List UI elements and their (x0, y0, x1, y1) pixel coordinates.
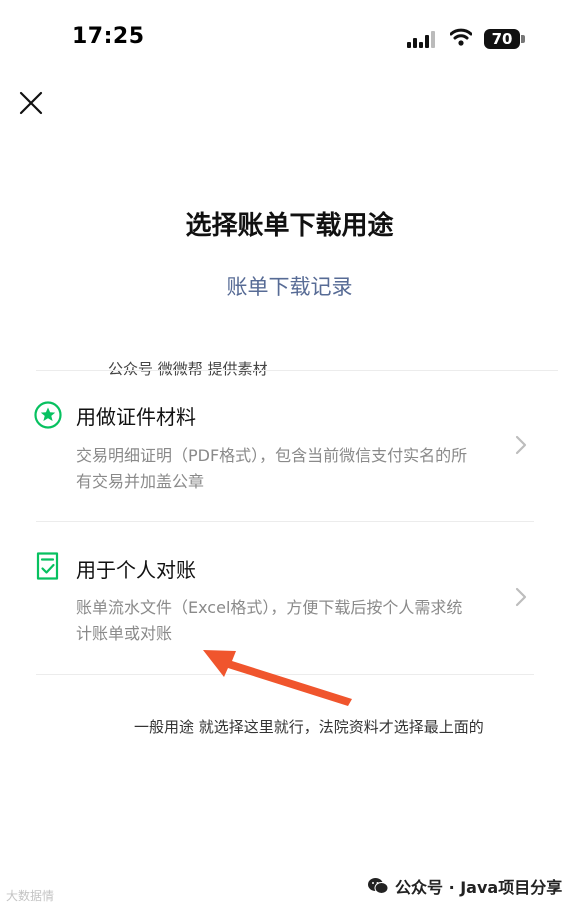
cellular-signal-icon (407, 31, 435, 48)
wechat-icon (368, 878, 389, 894)
divider (36, 370, 558, 371)
battery-indicator: 70 (484, 29, 520, 49)
checklist-document-icon (36, 552, 59, 580)
battery-nub (521, 35, 525, 43)
option-title: 用做证件材料 (76, 405, 196, 429)
divider (36, 674, 534, 675)
option-description: 账单流水文件（Excel格式），方便下载后按个人需求统计账单或对账 (76, 598, 463, 643)
wifi-icon (450, 28, 472, 46)
option-description: 交易明细证明（PDF格式），包含当前微信支付实名的所有交易并加盖公章 (76, 446, 468, 491)
option-title: 用于个人对账 (76, 558, 196, 582)
chevron-right-icon (515, 435, 527, 455)
chevron-right-icon (515, 587, 527, 607)
footer-watermark: 大数据情 (6, 889, 55, 903)
page-title: 选择账单下载用途 (185, 211, 394, 241)
star-badge-icon (34, 401, 62, 429)
option-personal-reconciliation[interactable]: 用于个人对账 账单流水文件（Excel格式），方便下载后按个人需求统计账单或对账 (0, 533, 579, 673)
bill-download-history-link[interactable]: 账单下载记录 (0, 271, 579, 301)
footer-brand-text: 公众号 · Java项目分享 (395, 878, 563, 897)
option-certificate-material[interactable]: 用做证件材料 交易明细证明（PDF格式），包含当前微信支付实名的所有交易并加盖公… (0, 380, 579, 520)
divider (36, 521, 534, 522)
watermark-text: 公众号 微微帮 提供素材 (108, 360, 268, 378)
close-icon[interactable] (18, 90, 44, 116)
footer-brand: 公众号 · Java项目分享 (367, 874, 562, 898)
annotation-note: 一般用途 就选择这里就行，法院资料才选择最上面的 (134, 718, 484, 736)
status-time: 17:25 (72, 24, 145, 49)
